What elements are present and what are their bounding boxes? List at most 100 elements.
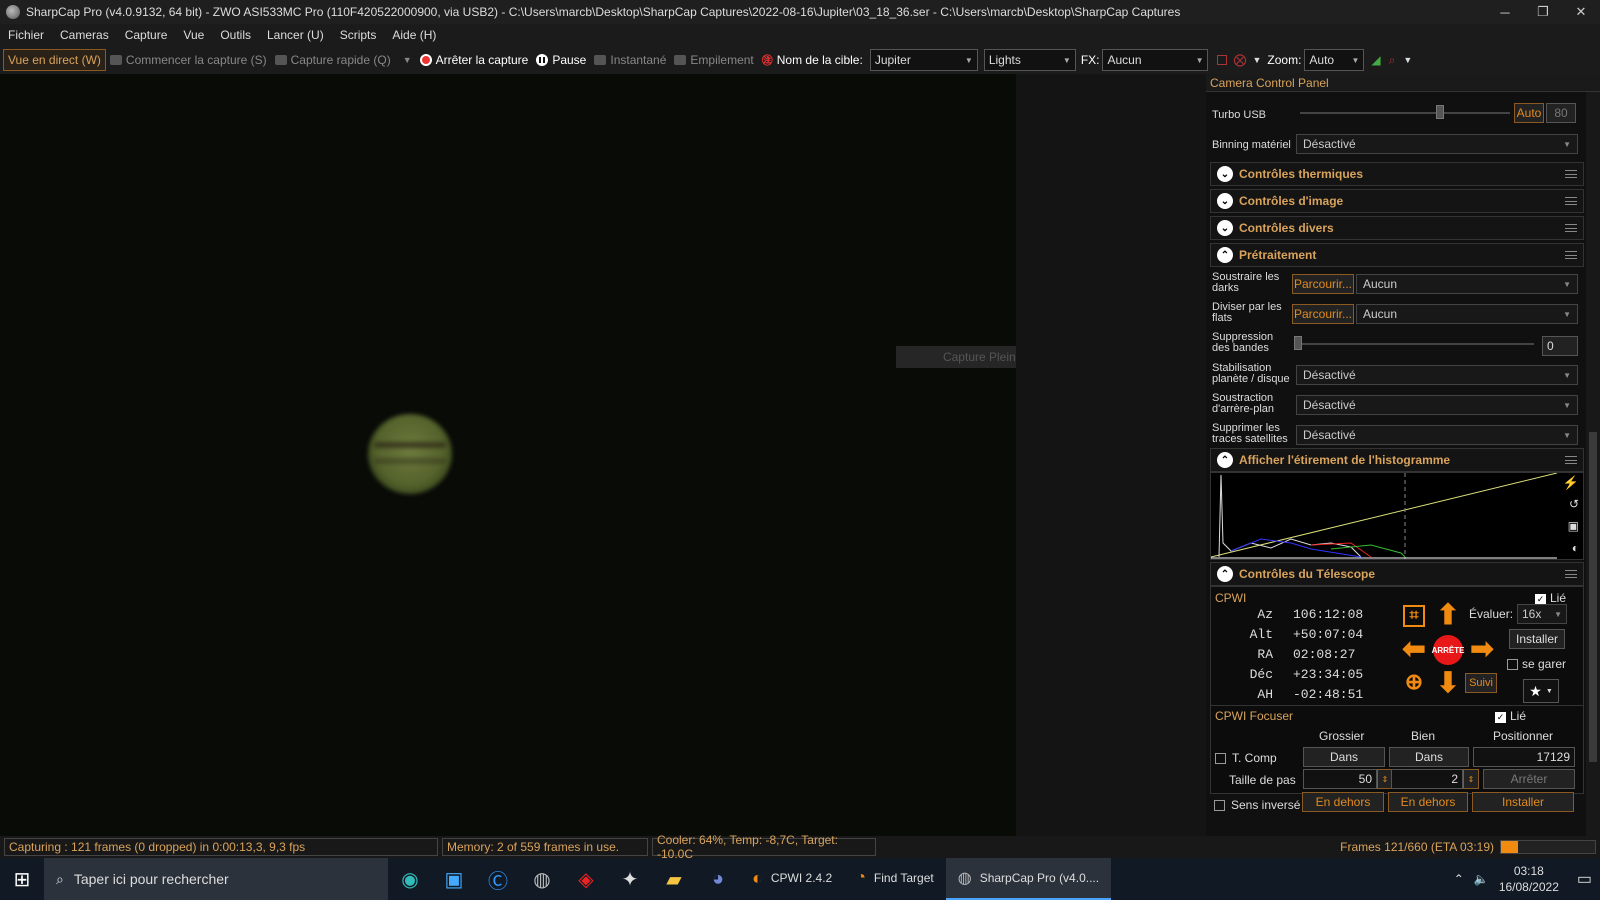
- chevron-down-icon[interactable]: ▼: [1252, 55, 1261, 65]
- coarse-step-input[interactable]: 50: [1303, 769, 1377, 789]
- menu-icon[interactable]: [1565, 570, 1577, 578]
- menu-icon[interactable]: [1565, 251, 1577, 259]
- chevron-down-icon[interactable]: ▼: [1403, 55, 1412, 65]
- menu-view[interactable]: Vue: [175, 28, 212, 42]
- chevron-down-icon[interactable]: ▼: [403, 55, 412, 65]
- section-histogram[interactable]: ⌃ Afficher l'étirement de l'histogramme: [1210, 448, 1584, 472]
- arrow-left-icon[interactable]: ⬅: [1397, 631, 1431, 665]
- fine-out-button[interactable]: En dehors: [1388, 792, 1468, 812]
- banding-value[interactable]: 0: [1542, 336, 1578, 356]
- tracking-button[interactable]: Suivi: [1465, 673, 1497, 693]
- darks-browse-button[interactable]: Parcourir...: [1292, 274, 1354, 294]
- clock[interactable]: 03:18 16/08/2022: [1499, 863, 1559, 895]
- notification-icon[interactable]: ▭: [1577, 869, 1592, 889]
- flats-browse-button[interactable]: Parcourir...: [1292, 304, 1354, 324]
- stabilization-select[interactable]: Désactivé ▼: [1296, 365, 1578, 385]
- arrow-up-icon[interactable]: ⬆: [1431, 597, 1465, 631]
- park-checkbox[interactable]: se garer: [1507, 658, 1566, 671]
- arrow-right-icon[interactable]: ➡: [1465, 631, 1499, 665]
- menu-capture[interactable]: Capture: [117, 28, 176, 42]
- tcomp-checkbox[interactable]: T. Comp: [1215, 752, 1277, 765]
- coarse-in-button[interactable]: Dans: [1303, 747, 1385, 767]
- turbo-usb-slider[interactable]: [1300, 112, 1510, 114]
- volume-icon[interactable]: 🔈: [1474, 872, 1489, 886]
- menu-icon[interactable]: [1565, 197, 1577, 205]
- menu-tools[interactable]: Outils: [212, 28, 259, 42]
- arrow-down-icon[interactable]: ⬇: [1431, 665, 1465, 699]
- taskbar-sharpcap[interactable]: ◍ SharpCap Pro (v4.0....: [945, 858, 1112, 900]
- windows-start-icon[interactable]: ⊞: [0, 858, 44, 900]
- save-icon[interactable]: ▣: [1568, 519, 1579, 533]
- bg-subtraction-select[interactable]: Désactivé ▼: [1296, 395, 1578, 415]
- chevron-up-icon[interactable]: ⌃: [1454, 872, 1464, 886]
- rate-select[interactable]: 16x ▼: [1517, 604, 1567, 624]
- menu-icon[interactable]: [1565, 170, 1577, 178]
- discord-icon[interactable]: ◕: [696, 858, 740, 900]
- hw-binning-select[interactable]: Désactivé ▼: [1296, 134, 1578, 154]
- live-image-viewport[interactable]: Capture Plein écran: [0, 74, 1206, 836]
- coarse-out-button[interactable]: En dehors: [1302, 792, 1384, 812]
- snapshot-button[interactable]: Instantané: [590, 49, 670, 71]
- close-button[interactable]: ✕: [1562, 4, 1600, 20]
- fine-in-button[interactable]: Dans: [1389, 747, 1469, 767]
- panel-scrollbar[interactable]: [1586, 92, 1600, 836]
- maximize-button[interactable]: ❐: [1524, 4, 1562, 20]
- satellite-select[interactable]: Désactivé ▼: [1296, 425, 1578, 445]
- frame-type-select[interactable]: Lights ▼: [983, 49, 1076, 71]
- stack-button[interactable]: Empilement: [670, 49, 757, 71]
- stop-capture-button[interactable]: Arrêter la capture: [416, 49, 533, 71]
- reticle-icon[interactable]: ⨂: [1233, 52, 1246, 68]
- zoom-select[interactable]: Auto ▼: [1304, 49, 1365, 71]
- taskbar-search[interactable]: ⌕ Taper ici pour rechercher: [44, 858, 388, 900]
- contrast-icon[interactable]: ◐: [1572, 541, 1579, 555]
- scrollbar-thumb[interactable]: [1589, 432, 1597, 762]
- focuser-position-field[interactable]: 17129: [1473, 747, 1575, 767]
- taskbar-find-target[interactable]: ◔ Find Target: [844, 858, 945, 900]
- section-preprocessing[interactable]: ⌃ Prétraitement: [1210, 243, 1584, 267]
- fine-step-spinner[interactable]: ⇕: [1463, 769, 1479, 789]
- start-capture-button[interactable]: Commencer la capture (S): [106, 49, 271, 71]
- section-image[interactable]: ⌄ Contrôles d'image: [1210, 189, 1584, 213]
- turbo-auto-button[interactable]: Auto: [1514, 103, 1544, 123]
- taskbar-cpwi[interactable]: ◐ CPWI 2.4.2: [740, 858, 844, 900]
- stop-slew-button[interactable]: ARRÊTE: [1432, 635, 1464, 665]
- focuser-linked-checkbox[interactable]: ✓ Lié: [1495, 710, 1526, 723]
- menu-cameras[interactable]: Cameras: [52, 28, 117, 42]
- quick-capture-button[interactable]: Capture rapide (Q) ▼: [271, 49, 416, 71]
- banding-slider[interactable]: [1298, 343, 1534, 345]
- menu-icon[interactable]: [1565, 224, 1577, 232]
- turbo-usb-thumb[interactable]: [1436, 105, 1444, 119]
- histogram-area[interactable]: ⚡ ↺ ▣ ◐: [1210, 472, 1584, 560]
- histogram-icon[interactable]: ◢: [1371, 53, 1380, 67]
- acrobat-icon[interactable]: ◈: [564, 858, 608, 900]
- darks-select[interactable]: Aucun ▼: [1356, 274, 1578, 294]
- menu-scripts[interactable]: Scripts: [332, 28, 385, 42]
- fine-step-input[interactable]: 2: [1391, 769, 1463, 789]
- telescope-setup-button[interactable]: Installer: [1509, 629, 1565, 649]
- pause-button[interactable]: Pause: [532, 49, 590, 71]
- goto-icon[interactable]: ⌗: [1403, 605, 1425, 627]
- sharpcap-taskbar-icon[interactable]: ◍: [520, 858, 564, 900]
- flats-select[interactable]: Aucun ▼: [1356, 304, 1578, 324]
- menu-file[interactable]: Fichier: [0, 28, 52, 42]
- app-icon[interactable]: ▣: [432, 858, 476, 900]
- section-misc[interactable]: ⌄ Contrôles divers: [1210, 216, 1584, 240]
- lightning-icon[interactable]: ⚡: [1563, 475, 1579, 491]
- target-name-select[interactable]: Jupiter ▼: [869, 49, 978, 71]
- menu-icon[interactable]: [1565, 456, 1577, 464]
- focuser-setup-button[interactable]: Installer: [1472, 792, 1574, 812]
- star-dropdown[interactable]: ★ ▼: [1523, 679, 1559, 703]
- turbo-value[interactable]: 80: [1546, 103, 1576, 123]
- minimize-button[interactable]: ─: [1486, 5, 1524, 20]
- focuser-stop-button[interactable]: Arrêter: [1483, 769, 1575, 789]
- reverse-checkbox[interactable]: Sens inversé: [1214, 799, 1300, 812]
- menu-help[interactable]: Aide (H): [384, 28, 444, 42]
- red-square-icon[interactable]: [1217, 55, 1228, 65]
- edge-icon[interactable]: ◉: [388, 858, 432, 900]
- section-thermal[interactable]: ⌄ Contrôles thermiques: [1210, 162, 1584, 186]
- live-view-button[interactable]: Vue en direct (W): [3, 49, 106, 71]
- reset-icon[interactable]: ↺: [1569, 497, 1579, 511]
- section-telescope[interactable]: ⌃ Contrôles du Télescope: [1210, 562, 1584, 586]
- file-explorer-icon[interactable]: ▰: [652, 858, 696, 900]
- magnifier-icon[interactable]: ⌕: [1389, 53, 1396, 68]
